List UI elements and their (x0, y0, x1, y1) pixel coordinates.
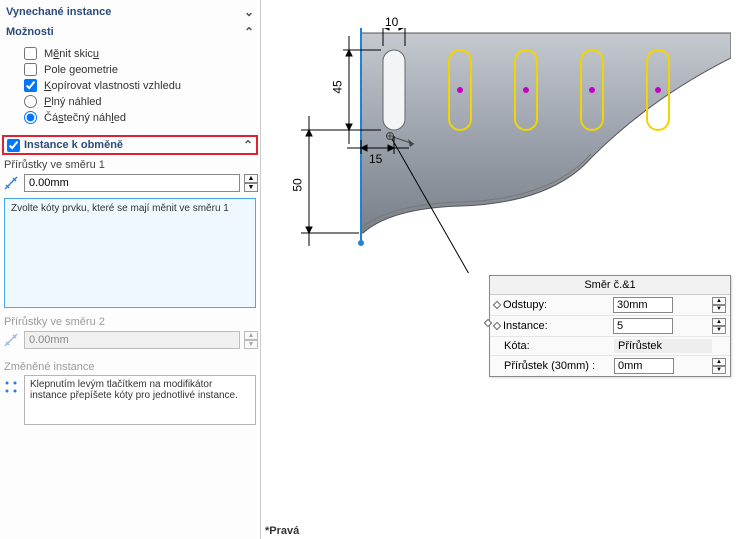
option-modify-sketch[interactable]: Měnit skicu (24, 47, 254, 60)
dim-45: 45 (331, 80, 345, 93)
property-panel: Vynechané instance ⌄ Možnosti ⌃ Měnit sk… (0, 0, 261, 539)
option-partial-preview[interactable]: Částečný náhled (24, 111, 254, 124)
section-title: Možnosti (6, 26, 54, 38)
checkbox-modify-sketch[interactable] (24, 47, 37, 60)
changed-instances-label: Změněné instance (2, 361, 258, 373)
section-vary[interactable]: Instance k obměně ⌃ (2, 135, 258, 155)
dim-value: Přírůstek (614, 339, 712, 353)
incr2-input (24, 331, 240, 349)
instances-row: Instance: ▲▼ (490, 316, 730, 337)
dim-15: 15 (369, 152, 382, 166)
incr2-spinner: ▲▼ (244, 331, 258, 349)
chevron-up-icon: ⌃ (243, 138, 253, 152)
section-title: Instance k obměně (24, 139, 123, 151)
incr1-spinner[interactable]: ▲▼ (244, 174, 258, 192)
chevron-down-icon: ⌄ (244, 5, 254, 19)
diamond-icon (493, 301, 501, 309)
dim-50: 50 (291, 178, 305, 191)
incr2-label: Přírůstky ve směru 2 (2, 316, 258, 328)
spacing-input[interactable] (613, 297, 673, 313)
graphics-viewport[interactable]: 10 45 15 50 Směr č.&1 Odstupy: ▲▼ Instan… (261, 0, 750, 539)
option-full-preview[interactable]: Plný náhled (24, 95, 254, 108)
pattern-icon (2, 375, 20, 395)
option-copy-appearance[interactable]: Kopírovat vlastnosti vzhledu (24, 79, 254, 92)
callout-title: Směr č.&1 (490, 276, 730, 295)
dim-10: 10 (385, 15, 398, 29)
section-title: Vynechané instance (6, 6, 111, 18)
label: Pole geometrie (44, 64, 118, 76)
pattern-callout[interactable]: Směr č.&1 Odstupy: ▲▼ Instance: ▲▼ Kóta:… (489, 275, 731, 377)
dim-label: Kóta: (504, 340, 614, 352)
label: Kopírovat vlastnosti vzhledu (44, 80, 181, 92)
dimension-name-row: Kóta: Přírůstek (490, 337, 730, 356)
chevron-up-icon: ⌃ (244, 25, 254, 39)
instances-spinner[interactable]: ▲▼ (712, 318, 726, 334)
instances-input[interactable] (613, 318, 673, 334)
instances-label: Instance: (503, 320, 613, 332)
label: Částečný náhled (44, 112, 126, 124)
model-view[interactable] (291, 28, 731, 273)
dimension-icon (2, 332, 20, 348)
incr1-input[interactable] (24, 174, 240, 192)
spacing-row: Odstupy: ▲▼ (490, 295, 730, 316)
dim-increment-row: Přírůstek (30mm) : ▲▼ (490, 356, 730, 376)
incr1-row: ▲▼ (2, 174, 258, 192)
select-dimension-box[interactable]: Zvolte kóty prvku, které se mají měnit v… (4, 198, 256, 308)
checkbox-copy-appearance[interactable] (24, 79, 37, 92)
spacing-label: Odstupy: (503, 299, 613, 311)
dim-incr-label: Přírůstek (30mm) : (504, 360, 614, 372)
checkbox-vary-instances[interactable] (7, 139, 20, 152)
dim-incr-input[interactable] (614, 358, 674, 374)
section-skipped-instances[interactable]: Vynechané instance ⌄ (2, 2, 258, 22)
options-body: Měnit skicu Pole geometrie Kopírovat vla… (2, 42, 258, 135)
diamond-icon (493, 322, 501, 330)
section-options[interactable]: Možnosti ⌃ (2, 22, 258, 42)
incr2-row: ▲▼ (2, 331, 258, 349)
changed-instances-box[interactable]: Klepnutím levým tlačítkem na modifikátor… (24, 375, 256, 425)
dimension-icon (2, 175, 20, 191)
label: Plný náhled (44, 96, 102, 108)
radio-partial-preview[interactable] (24, 111, 37, 124)
incr1-label: Přírůstky ve směru 1 (2, 159, 258, 171)
view-name: *Pravá (265, 525, 299, 537)
dim-incr-spinner[interactable]: ▲▼ (712, 358, 726, 374)
option-geometry-field[interactable]: Pole geometrie (24, 63, 254, 76)
spacing-spinner[interactable]: ▲▼ (712, 297, 726, 313)
checkbox-geometry-field[interactable] (24, 63, 37, 76)
radio-full-preview[interactable] (24, 95, 37, 108)
label: Měnit skicu (44, 48, 99, 60)
